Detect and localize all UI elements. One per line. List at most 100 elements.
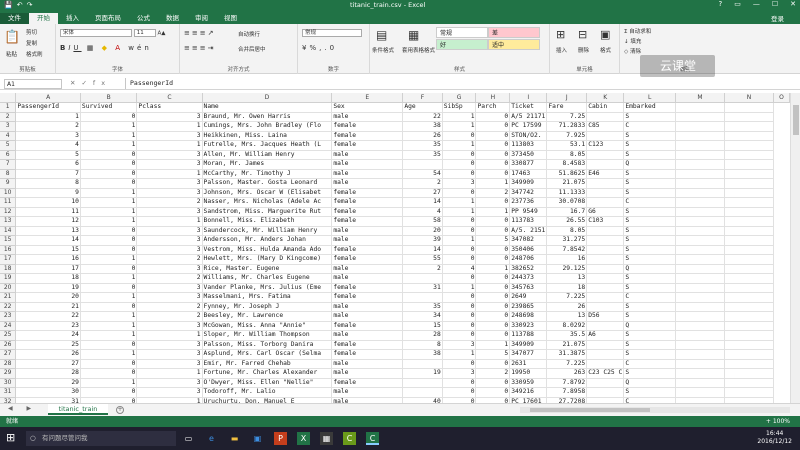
- cell[interactable]: 1: [136, 121, 203, 132]
- format-cells-icon[interactable]: ▣: [600, 28, 610, 41]
- cell[interactable]: S: [623, 311, 676, 322]
- cell[interactable]: 21.075: [546, 178, 588, 189]
- cell[interactable]: 0: [80, 302, 138, 312]
- cell[interactable]: 1: [80, 216, 138, 227]
- cell[interactable]: 0: [442, 330, 477, 341]
- cell[interactable]: male: [331, 302, 404, 312]
- cell[interactable]: [402, 159, 443, 170]
- cell[interactable]: female: [331, 321, 404, 331]
- cell[interactable]: [724, 321, 775, 331]
- cell[interactable]: 0: [442, 387, 477, 398]
- cell[interactable]: male: [331, 178, 404, 189]
- cell[interactable]: [675, 387, 726, 398]
- row-header[interactable]: 2: [0, 112, 17, 122]
- cell[interactable]: 1: [475, 264, 511, 274]
- row-header[interactable]: 21: [0, 292, 17, 303]
- cell[interactable]: female: [331, 340, 404, 350]
- indent-icon[interactable]: ⇥: [208, 44, 216, 52]
- cell[interactable]: 35: [402, 140, 443, 151]
- cell[interactable]: 55: [402, 254, 443, 265]
- cell[interactable]: 0: [442, 245, 477, 255]
- sheet-tab-titanic-train[interactable]: titanic_train: [48, 404, 108, 415]
- paste-icon[interactable]: 📋: [4, 30, 20, 45]
- cell[interactable]: [675, 226, 726, 236]
- cell[interactable]: PC 17599: [509, 121, 548, 132]
- cell[interactable]: 2: [136, 197, 203, 208]
- cell[interactable]: Q: [623, 321, 676, 331]
- cell[interactable]: 1: [442, 112, 477, 122]
- cell[interactable]: 15: [402, 321, 443, 331]
- cell[interactable]: 28: [15, 368, 81, 379]
- cell[interactable]: 0: [475, 150, 511, 160]
- login-link[interactable]: 登录: [771, 13, 784, 23]
- cell[interactable]: [675, 102, 726, 113]
- cell[interactable]: C85: [586, 121, 625, 132]
- cell[interactable]: male: [331, 226, 404, 236]
- cell[interactable]: S: [623, 112, 676, 122]
- cell[interactable]: Fynney, Mr. Joseph J: [202, 302, 333, 312]
- row-header[interactable]: 30: [0, 378, 17, 388]
- cell[interactable]: 0: [475, 254, 511, 265]
- cell[interactable]: 39: [402, 235, 443, 246]
- cell[interactable]: [724, 359, 775, 369]
- cell[interactable]: [586, 349, 625, 360]
- cell[interactable]: 11: [15, 207, 81, 217]
- cell[interactable]: 1: [475, 207, 511, 217]
- cell[interactable]: 349216: [509, 387, 548, 398]
- orientation-icon[interactable]: ↗: [208, 29, 216, 37]
- cell[interactable]: 0: [475, 283, 511, 293]
- cell[interactable]: 1: [136, 216, 203, 227]
- cell[interactable]: 53.1: [546, 140, 588, 151]
- cell[interactable]: [724, 112, 775, 122]
- column-header-L[interactable]: L: [623, 93, 676, 103]
- cell[interactable]: [724, 368, 775, 379]
- cell[interactable]: [724, 283, 775, 293]
- phonetic-icon[interactable]: wén: [128, 44, 151, 52]
- cell[interactable]: S: [623, 340, 676, 350]
- cell[interactable]: 34: [402, 311, 443, 322]
- cell[interactable]: [724, 159, 775, 170]
- cell[interactable]: 35.5: [546, 330, 588, 341]
- cell[interactable]: 0: [475, 387, 511, 398]
- number-format-select[interactable]: 常规: [302, 29, 362, 37]
- cell[interactable]: 19950: [509, 368, 548, 379]
- cell[interactable]: 1: [475, 340, 511, 350]
- cell[interactable]: Allen, Mr. William Henry: [202, 150, 333, 160]
- cell[interactable]: male: [331, 169, 404, 179]
- row-header[interactable]: 31: [0, 387, 17, 398]
- excel-icon[interactable]: X: [297, 432, 310, 445]
- cell[interactable]: female: [331, 378, 404, 388]
- cell[interactable]: [675, 368, 726, 379]
- cell[interactable]: 3: [136, 178, 203, 189]
- cell[interactable]: 24: [15, 330, 81, 341]
- cell[interactable]: 1: [80, 188, 138, 198]
- cancel-icon[interactable]: ✕: [70, 79, 81, 87]
- cell[interactable]: 5: [475, 235, 511, 246]
- cell[interactable]: [675, 264, 726, 274]
- insert-cells-button[interactable]: 插入: [556, 46, 567, 54]
- cell[interactable]: STON/O2.: [509, 131, 548, 141]
- delete-cells-icon[interactable]: ⊟: [578, 28, 587, 41]
- cell[interactable]: [586, 235, 625, 246]
- cell[interactable]: [586, 178, 625, 189]
- row-header[interactable]: 12: [0, 207, 17, 217]
- align-middle-icon[interactable]: ≡: [192, 29, 200, 37]
- cell[interactable]: [675, 140, 726, 151]
- help-icon[interactable]: ?: [719, 0, 723, 8]
- row-header[interactable]: 22: [0, 302, 17, 312]
- cell[interactable]: 0: [475, 330, 511, 341]
- cell[interactable]: [675, 378, 726, 388]
- cell[interactable]: Age: [402, 102, 443, 113]
- cell[interactable]: [675, 349, 726, 360]
- font-name-select[interactable]: 宋体: [60, 29, 132, 37]
- cell[interactable]: [724, 387, 775, 398]
- row-header[interactable]: 1: [0, 102, 17, 113]
- cell[interactable]: 0: [80, 178, 138, 189]
- row-header[interactable]: 17: [0, 254, 17, 265]
- cell[interactable]: 27: [15, 359, 81, 369]
- cell[interactable]: male: [331, 264, 404, 274]
- row-header[interactable]: 14: [0, 226, 17, 236]
- cell[interactable]: [675, 131, 726, 141]
- cell[interactable]: [586, 197, 625, 208]
- cell[interactable]: 14: [402, 197, 443, 208]
